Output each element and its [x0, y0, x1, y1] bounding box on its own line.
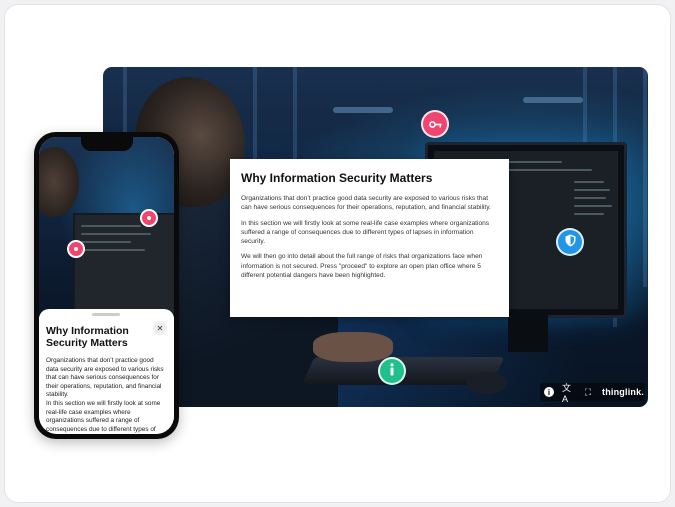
- code-line: [81, 225, 141, 227]
- thinglink-logo[interactable]: thinglink.: [602, 387, 644, 397]
- info-icon: [389, 363, 395, 379]
- phone-scene[interactable]: [39, 137, 174, 317]
- viewer-toolbar: i 文A ⛶ thinglink.: [540, 383, 645, 404]
- modal-paragraph: In this section we will firstly look at …: [241, 219, 490, 246]
- code-line: [81, 241, 131, 243]
- modal-paragraph: We will then go into detail about the fu…: [241, 253, 483, 280]
- code-line: [81, 249, 145, 251]
- fullscreen-icon[interactable]: ⛶: [582, 386, 594, 398]
- sheet-paragraph: Organizations that don’t practice good d…: [46, 357, 164, 399]
- person-head: [39, 147, 79, 217]
- info-hotspot[interactable]: [378, 357, 406, 385]
- code-line: [81, 233, 151, 235]
- code-line: [574, 197, 606, 199]
- monitor: [73, 213, 174, 317]
- modal-paragraph: Organizations that don’t practice good d…: [241, 195, 491, 212]
- phone-frame: ✕ Why Information Security Matters Organ…: [34, 132, 179, 439]
- monitor-stand: [508, 312, 548, 352]
- code-line: [574, 189, 610, 191]
- modal-title: Why Information Security Matters: [241, 171, 433, 185]
- sheet-grabber[interactable]: [92, 313, 120, 316]
- close-icon: ✕: [156, 323, 164, 333]
- phone-screen: ✕ Why Information Security Matters Organ…: [39, 137, 174, 434]
- translate-icon[interactable]: 文A: [562, 383, 574, 404]
- preview-card: i 文A ⛶ thinglink. Why Information Securi…: [4, 4, 671, 503]
- ceiling-light: [523, 97, 583, 103]
- hand: [313, 332, 393, 362]
- sheet-paragraph: In this section we will firstly look at …: [46, 399, 161, 433]
- key-icon: [428, 117, 442, 132]
- code-line: [574, 213, 604, 215]
- key-hotspot[interactable]: [421, 110, 449, 138]
- info-sheet: ✕ Why Information Security Matters Organ…: [39, 309, 174, 434]
- info-circle-icon[interactable]: i: [544, 387, 554, 397]
- sheet-title: Why Information Security Matters: [46, 325, 129, 349]
- shield-hotspot[interactable]: [556, 228, 584, 256]
- mouse: [467, 372, 507, 394]
- hotspot-dot[interactable]: [67, 240, 85, 258]
- shield-icon: [565, 234, 576, 250]
- phone-notch: [81, 137, 133, 151]
- hotspot-dot[interactable]: [140, 209, 158, 227]
- info-modal: Why Information Security Matters Organiz…: [230, 159, 509, 317]
- ceiling-light: [333, 107, 393, 113]
- code-line: [574, 181, 604, 183]
- server-rack: [643, 67, 647, 287]
- code-line: [574, 205, 612, 207]
- close-button[interactable]: ✕: [153, 321, 167, 335]
